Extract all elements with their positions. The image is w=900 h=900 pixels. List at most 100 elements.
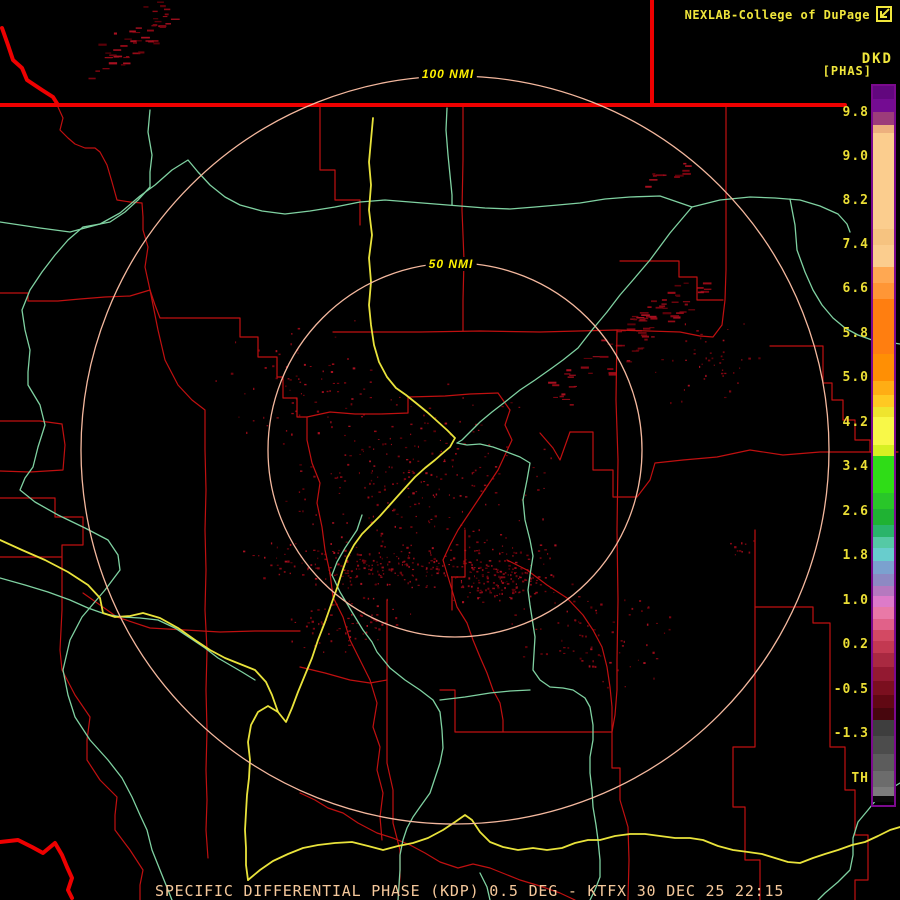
color-scale-segment [873,586,894,596]
radar-echo [507,574,509,576]
radar-echo [408,551,411,554]
radar-echo [542,518,544,521]
radar-echo [300,393,302,395]
radar-echo [671,301,679,303]
radar-echo [543,472,546,474]
color-scale-segment [873,596,894,607]
radar-echo [650,317,658,320]
radar-echo [611,631,614,634]
radar-echo [342,513,345,515]
radar-echo [328,633,330,635]
radar-echo [683,162,687,165]
radar-echo [311,632,314,635]
radar-echo [483,582,485,585]
radar-echo [539,557,542,559]
radar-echo [315,583,317,586]
color-scale-segment [873,456,894,493]
radar-echo [721,372,724,375]
radar-echo [470,571,472,573]
radar-echo [435,493,438,496]
radar-echo [318,623,320,626]
state-border-line [0,26,60,107]
radar-echo [278,353,281,356]
radar-echo [500,534,503,536]
color-scale-tick-label: 5.8 [842,326,869,341]
radar-echo [145,40,154,42]
radar-echo [412,492,415,495]
radar-echo [524,579,528,581]
radar-echo [113,49,122,51]
radar-echo [479,561,482,563]
radar-echo [734,546,737,549]
radar-echo [430,560,433,562]
radar-echo [559,395,564,398]
radar-echo [464,527,466,530]
radar-echo [729,390,732,393]
radar-echo [102,68,110,70]
radar-echo [289,389,291,391]
radar-echo [512,547,514,549]
radar-echo [511,623,513,625]
radar-echo [317,432,320,435]
radar-echo [344,454,347,456]
radar-echo [392,608,394,610]
radar-echo [479,566,482,569]
radar-echo [739,367,741,369]
radar-echo [492,582,495,584]
radar-echo [160,5,166,8]
radar-echo [550,457,552,460]
radar-echo [600,655,602,657]
radar-echo [327,416,329,418]
radar-echo [376,564,379,566]
radar-echo [518,591,521,593]
radar-echo [360,582,363,585]
radar-echo [397,574,399,577]
radar-echo [409,461,412,464]
radar-echo [368,568,370,571]
radar-echo [440,478,443,480]
radar-echo [485,503,487,506]
radar-echo [326,390,329,393]
radar-echo [374,430,377,433]
radar-echo [252,420,255,422]
color-scale-tick-label: 7.4 [842,237,869,252]
radar-echo [348,640,350,642]
radar-echo [98,43,107,46]
radar-echo [359,614,362,617]
radar-echo [653,677,655,680]
radar-echo [388,466,390,468]
radar-echo [667,291,676,294]
radar-echo [302,574,305,576]
color-scale-segment [873,653,894,667]
radar-echo [279,567,282,570]
county-line [386,599,401,900]
radar-echo [333,552,336,554]
radar-echo [502,573,505,575]
radar-echo [334,336,337,338]
radar-echo [444,574,447,577]
radar-echo [606,686,609,689]
radar-echo [404,560,406,563]
color-scale-segment [873,245,894,267]
radar-echo [535,582,538,584]
radar-echo [705,357,707,360]
radar-echo [348,600,351,602]
radar-echo [720,355,723,358]
radar-echo [316,410,320,413]
color-scale-tick-label: 9.8 [842,105,869,120]
radar-echo [336,573,338,576]
radar-echo [372,572,374,575]
color-scale-segment [873,493,894,509]
radar-echo [303,394,305,396]
radar-echo [291,333,293,335]
radar-echo [349,455,352,457]
radar-echo [390,570,393,572]
radar-echo [400,550,403,553]
radar-echo [428,506,431,508]
radar-echo [428,562,430,564]
radar-echo [399,527,402,529]
radar-echo [371,564,373,566]
radar-echo [354,320,356,322]
radar-echo [636,317,645,319]
radar-echo [734,554,736,556]
